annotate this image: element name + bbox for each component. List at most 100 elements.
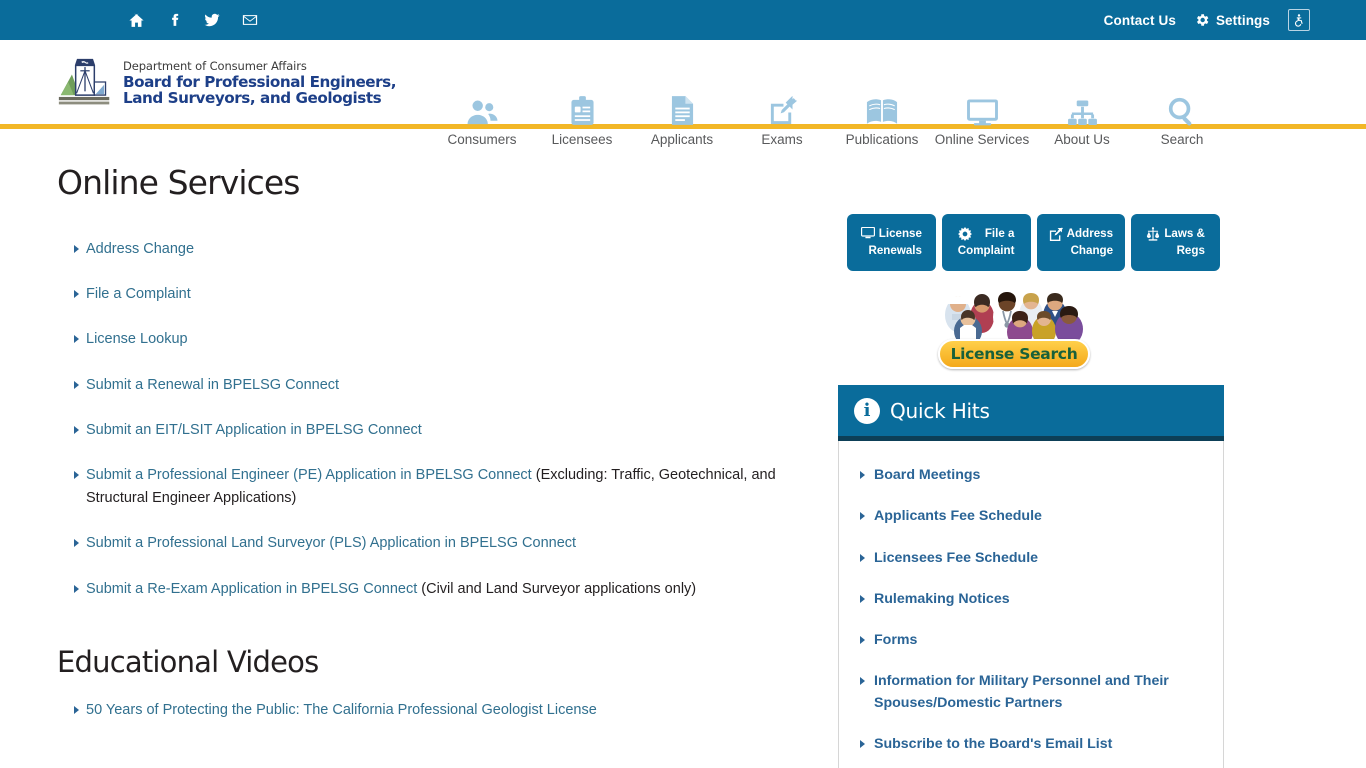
pencil-box-icon bbox=[768, 92, 797, 126]
quick-hit-link[interactable]: Forms bbox=[874, 632, 917, 648]
right-rail: License Renewals File a Complaint Addres… bbox=[820, 129, 1224, 768]
qbtn-line-2: Renewals bbox=[868, 243, 922, 257]
nav-label: Publications bbox=[845, 132, 919, 147]
quick-hit-link[interactable]: Licensees Fee Schedule bbox=[874, 550, 1038, 566]
educational-videos-title: Educational Videos bbox=[57, 644, 319, 679]
contact-us-link[interactable]: Contact Us bbox=[1104, 13, 1176, 28]
list-item: Submit a Renewal in BPELSG Connect bbox=[57, 374, 820, 397]
bullet-arrow-icon bbox=[74, 290, 79, 299]
qbtn-line-1: File a bbox=[984, 227, 1015, 241]
list-item: Licensees Fee Schedule bbox=[857, 548, 1205, 569]
list-item: Subscribe to the Board's Email List bbox=[857, 734, 1205, 755]
service-link[interactable]: Submit a Re-Exam Application in BPELSG C… bbox=[86, 581, 417, 597]
bullet-arrow-icon bbox=[860, 471, 865, 479]
search-icon bbox=[1168, 92, 1196, 126]
bullet-arrow-icon bbox=[74, 380, 79, 389]
top-utility-bar: Contact Us Settings bbox=[0, 0, 1366, 40]
service-link[interactable]: License Lookup bbox=[86, 331, 188, 347]
laws-and-regs-button[interactable]: Laws & Regs bbox=[1131, 214, 1220, 271]
page-body: Online Services Address Change File a Co… bbox=[0, 129, 1366, 768]
open-book-icon bbox=[866, 92, 898, 126]
service-link[interactable]: Submit a Professional Engineer (PE) Appl… bbox=[86, 467, 532, 483]
scales-icon bbox=[1146, 227, 1160, 241]
educational-videos-list: 50 Years of Protecting the Public: The C… bbox=[57, 699, 820, 722]
id-badge-icon bbox=[570, 92, 595, 126]
bullet-arrow-icon bbox=[860, 594, 865, 603]
quick-hit-link[interactable]: Subscribe to the Board's Email List bbox=[874, 736, 1112, 752]
list-item: Information for Military Personnel and T… bbox=[857, 671, 1205, 714]
quick-action-buttons: License Renewals File a Complaint Addres… bbox=[847, 214, 1220, 271]
online-services-list: Address Change File a Complaint License … bbox=[57, 238, 820, 601]
nav-label: Search bbox=[1160, 132, 1204, 147]
list-item: 50 Years of Protecting the Public: The C… bbox=[57, 699, 820, 722]
info-circle-icon: i bbox=[854, 397, 880, 424]
home-icon[interactable] bbox=[126, 10, 146, 30]
qbtn-line-2: Regs bbox=[1176, 243, 1205, 257]
service-link[interactable]: Address Change bbox=[86, 241, 194, 257]
video-link[interactable]: 50 Years of Protecting the Public: The C… bbox=[86, 702, 597, 718]
twitter-icon[interactable] bbox=[202, 10, 222, 30]
logo-line-3: Land Surveyors, and Geologists bbox=[123, 88, 382, 107]
monitor-icon bbox=[966, 92, 999, 126]
bullet-arrow-icon bbox=[74, 245, 79, 253]
pencil-box-icon bbox=[1049, 227, 1063, 242]
quick-hit-link[interactable]: Rulemaking Notices bbox=[874, 591, 1010, 607]
nav-item-consumers[interactable]: Consumers bbox=[432, 92, 532, 147]
license-search-button[interactable]: License Search bbox=[938, 339, 1090, 369]
email-icon[interactable] bbox=[240, 10, 260, 30]
nav-item-search[interactable]: Search bbox=[1132, 92, 1232, 147]
main-content: Online Services Address Change File a Co… bbox=[0, 129, 820, 768]
qbtn-line-2: Complaint bbox=[957, 243, 1015, 257]
nav-label: Licensees bbox=[551, 132, 613, 147]
nav-item-exams[interactable]: Exams bbox=[732, 92, 832, 147]
site-logo[interactable]: Department of Consumer Affairs Board for… bbox=[57, 54, 397, 110]
social-links bbox=[126, 10, 260, 30]
list-item: Submit an EIT/LSIT Application in BPELSG… bbox=[57, 419, 820, 442]
qbtn-line-1: Laws & bbox=[1164, 227, 1205, 241]
list-item: Submit a Professional Engineer (PE) Appl… bbox=[57, 464, 820, 510]
nav-item-online-services[interactable]: Online Services bbox=[932, 92, 1032, 147]
nav-item-licensees[interactable]: Licensees bbox=[532, 92, 632, 147]
quick-hits-list: Board Meetings Applicants Fee Schedule L… bbox=[839, 441, 1223, 768]
list-item: License Lookup bbox=[57, 328, 820, 351]
nav-item-applicants[interactable]: Applicants bbox=[632, 92, 732, 147]
settings-label: Settings bbox=[1215, 12, 1270, 28]
qbtn-line-1: License bbox=[878, 227, 922, 241]
quick-hit-link[interactable]: Board Meetings bbox=[874, 467, 980, 483]
facebook-icon[interactable] bbox=[164, 10, 184, 30]
file-a-complaint-button[interactable]: File a Complaint bbox=[941, 214, 1031, 271]
dca-seal-icon bbox=[57, 54, 113, 110]
address-change-button[interactable]: Address Change bbox=[1036, 214, 1126, 271]
nav-label: Exams bbox=[761, 132, 803, 147]
professionals-photo bbox=[938, 287, 1090, 344]
accessibility-icon[interactable] bbox=[1288, 9, 1310, 31]
nav-item-publications[interactable]: Publications bbox=[832, 92, 932, 147]
service-link[interactable]: Submit an EIT/LSIT Application in BPELSG… bbox=[86, 422, 422, 438]
nav-item-about-us[interactable]: About Us bbox=[1032, 92, 1132, 147]
monitor-icon bbox=[860, 227, 875, 239]
bullet-arrow-icon bbox=[860, 512, 865, 521]
list-item: Rulemaking Notices bbox=[857, 589, 1205, 610]
gear-sun-icon bbox=[957, 227, 972, 242]
service-link[interactable]: File a Complaint bbox=[86, 286, 191, 302]
nav-label: Online Services bbox=[934, 132, 1030, 147]
page-title: Online Services bbox=[57, 163, 300, 202]
quick-hit-link[interactable]: Information for Military Personnel and T… bbox=[874, 673, 1169, 710]
license-search-banner[interactable]: License Search bbox=[938, 287, 1090, 369]
bullet-arrow-icon bbox=[74, 335, 79, 344]
list-item: Address Change bbox=[57, 238, 820, 261]
service-link[interactable]: Submit a Professional Land Surveyor (PLS… bbox=[86, 535, 576, 551]
bullet-arrow-icon bbox=[74, 584, 79, 593]
site-header: Department of Consumer Affairs Board for… bbox=[0, 40, 1366, 147]
list-item: Submit a Re-Exam Application in BPELSG C… bbox=[57, 578, 820, 601]
settings-button[interactable]: Settings bbox=[1194, 12, 1270, 28]
bullet-arrow-icon bbox=[74, 425, 79, 434]
license-renewals-button[interactable]: License Renewals bbox=[847, 214, 936, 271]
sitemap-icon bbox=[1067, 92, 1098, 126]
service-link[interactable]: Submit a Renewal in BPELSG Connect bbox=[86, 377, 339, 393]
quick-hit-link[interactable]: Applicants Fee Schedule bbox=[874, 508, 1042, 524]
main-navigation: Consumers Licensees Applicants Exams Pub… bbox=[432, 92, 1232, 147]
qbtn-line-1: Address bbox=[1066, 227, 1114, 241]
bullet-arrow-icon bbox=[860, 677, 865, 686]
users-icon bbox=[466, 92, 499, 126]
